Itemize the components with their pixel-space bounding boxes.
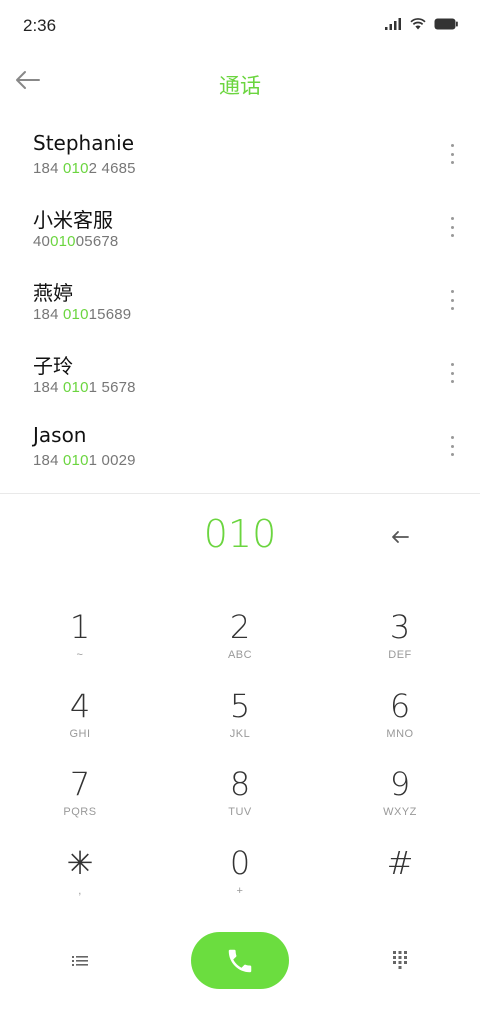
contact-row[interactable]: 子玲 184 0101 5678 [0, 341, 480, 414]
wifi-icon [410, 18, 426, 30]
contact-row[interactable]: 小米客服 4001005678 [0, 195, 480, 268]
number-suffix: 1 5678 [88, 379, 136, 396]
contact-row[interactable]: Jason 184 0101 0029 [0, 414, 480, 487]
key-digit: 6 [389, 686, 411, 725]
more-vertical-icon[interactable] [444, 361, 460, 385]
more-vertical-icon[interactable] [444, 434, 460, 458]
status-icons [385, 17, 458, 30]
key-letters: ~ [76, 649, 84, 661]
key-4[interactable]: 4 GHI [0, 679, 160, 758]
key-letters: , [78, 884, 82, 897]
number-suffix: 15689 [88, 306, 132, 323]
number-prefix: 184 [33, 306, 63, 323]
number-prefix: 184 [33, 160, 63, 177]
key-digit: 1 [69, 608, 91, 646]
page-title: 通话 [219, 74, 261, 98]
dialpad-button[interactable] [384, 948, 416, 974]
contact-name: 小米客服 [33, 208, 113, 232]
number-prefix: 184 [33, 379, 63, 396]
number-match: 010 [63, 379, 89, 396]
key-0[interactable]: 0 + [160, 836, 320, 915]
divider [0, 493, 480, 494]
key-digit: 9 [389, 765, 411, 803]
number-match: 010 [50, 233, 76, 250]
contact-row[interactable]: 燕婷 184 01015689 [0, 268, 480, 341]
battery-icon [434, 18, 458, 29]
list-icon [72, 956, 88, 966]
key-9[interactable]: 9 WXYZ [320, 757, 480, 836]
contact-number: 184 0102 4685 [33, 160, 136, 177]
key-5[interactable]: 5 JKL [160, 679, 320, 758]
number-match: 010 [63, 452, 89, 469]
key-8[interactable]: 8 TUV [160, 757, 320, 836]
menu-button[interactable] [64, 948, 96, 974]
more-vertical-icon[interactable] [444, 142, 460, 166]
key-6[interactable]: 6 MNO [320, 679, 480, 758]
status-bar: 2:36 [0, 0, 480, 52]
key-letters: MNO [386, 727, 414, 740]
contact-number: 184 01015689 [33, 306, 131, 323]
key-1[interactable]: 1 ~ [0, 600, 160, 679]
key-digit: # [386, 843, 414, 882]
number-suffix: 05678 [75, 233, 119, 250]
contact-name: 燕婷 [33, 281, 73, 305]
key-2[interactable]: 2 ABC [160, 600, 320, 679]
key-digit: 4 [69, 686, 91, 725]
key-digit: 3 [389, 608, 411, 646]
key-letters: GHI [69, 727, 91, 740]
key-7[interactable]: 7 PQRS [0, 757, 160, 836]
key-star[interactable]: ✳ , [0, 836, 160, 915]
key-digit: ✳ [66, 843, 94, 882]
key-digit: 0 [229, 843, 251, 882]
call-button[interactable] [191, 932, 289, 989]
number-suffix: 2 4685 [88, 160, 136, 177]
key-digit: 5 [229, 686, 251, 725]
contact-name: Stephanie [33, 131, 135, 155]
key-letters: WXYZ [383, 806, 417, 818]
number-prefix: 40 [33, 233, 51, 250]
contact-number: 184 0101 0029 [33, 452, 136, 469]
key-letters: PQRS [63, 806, 97, 818]
key-letters: DEF [388, 649, 412, 661]
signal-icon [385, 17, 401, 30]
bottom-bar [0, 930, 480, 990]
more-vertical-icon[interactable] [444, 288, 460, 312]
contact-name: Jason [33, 423, 87, 447]
dialpad-icon [393, 951, 407, 969]
number-suffix: 1 0029 [88, 452, 136, 469]
key-digit: 2 [229, 608, 251, 646]
key-letters: ABC [227, 649, 253, 661]
delete-button[interactable] [384, 522, 416, 552]
number-match: 010 [63, 160, 89, 177]
status-time: 2:36 [23, 16, 57, 35]
contact-name: 子玲 [33, 354, 73, 378]
phone-icon [228, 949, 252, 972]
key-digit: 7 [69, 765, 91, 803]
contact-number: 4001005678 [33, 233, 118, 250]
number-prefix: 184 [33, 452, 63, 469]
contact-row[interactable]: Stephanie 184 0102 4685 [0, 122, 480, 195]
header: 通话 [0, 52, 480, 114]
key-3[interactable]: 3 DEF [320, 600, 480, 679]
keypad: 1 ~ 2 ABC 3 DEF 4 GHI 5 JKL 6 MNO 7 PQRS… [0, 600, 480, 914]
key-letters: TUV [228, 806, 252, 818]
contact-list: Stephanie 184 0102 4685 小米客服 4001005678 … [0, 122, 480, 487]
key-hash[interactable]: # [320, 836, 480, 915]
contact-number: 184 0101 5678 [33, 379, 136, 396]
key-digit: 8 [229, 765, 251, 803]
more-vertical-icon[interactable] [444, 215, 460, 239]
key-letters: + [236, 884, 244, 897]
key-letters: JKL [229, 727, 251, 740]
number-match: 010 [63, 306, 89, 323]
backspace-arrow-icon [392, 531, 409, 543]
